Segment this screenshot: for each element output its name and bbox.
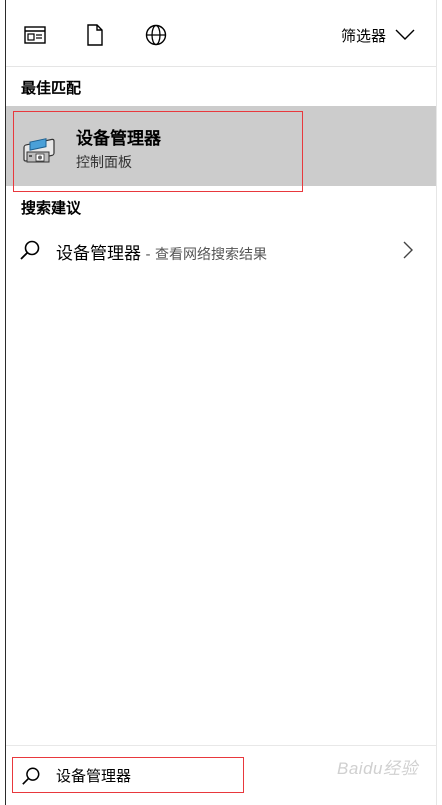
web-icon[interactable] xyxy=(143,22,169,48)
suggestion-query: 设备管理器 xyxy=(56,244,141,264)
filter-label: 筛选器 xyxy=(340,26,386,45)
best-match-heading: 最佳匹配 xyxy=(21,79,82,97)
start-search-panel: 筛选器 最佳匹配 设备管理器 控制面板 搜索建议 设备管理器 - 查看网络搜索结… xyxy=(0,0,442,805)
best-match-subtitle: 控制面板 xyxy=(76,155,132,171)
right-edge xyxy=(436,0,437,805)
chevron-right-icon[interactable] xyxy=(402,240,414,264)
apps-icon[interactable] xyxy=(22,22,48,48)
suggestion-text: 设备管理器 - 查看网络搜索结果 xyxy=(56,239,267,264)
search-icon xyxy=(21,766,41,790)
web-suggestion-item[interactable]: 设备管理器 - 查看网络搜索结果 xyxy=(6,230,436,270)
suggestion-subtext: - 查看网络搜索结果 xyxy=(141,247,267,263)
baidu-watermark: Baidu经验 xyxy=(337,759,418,778)
search-icon xyxy=(19,239,41,265)
device-manager-icon xyxy=(21,128,59,166)
chevron-down-icon xyxy=(394,28,416,42)
filter-dropdown[interactable]: 筛选器 xyxy=(341,22,416,48)
document-icon[interactable] xyxy=(82,22,108,48)
best-match-title: 设备管理器 xyxy=(76,129,161,149)
search-scope-toolbar: 筛选器 xyxy=(6,0,436,67)
best-match-result[interactable]: 设备管理器 控制面板 xyxy=(6,106,436,192)
search-box: Baidu经验 xyxy=(6,745,436,801)
search-input[interactable] xyxy=(56,766,236,784)
search-suggestions-heading: 搜索建议 xyxy=(21,199,82,217)
